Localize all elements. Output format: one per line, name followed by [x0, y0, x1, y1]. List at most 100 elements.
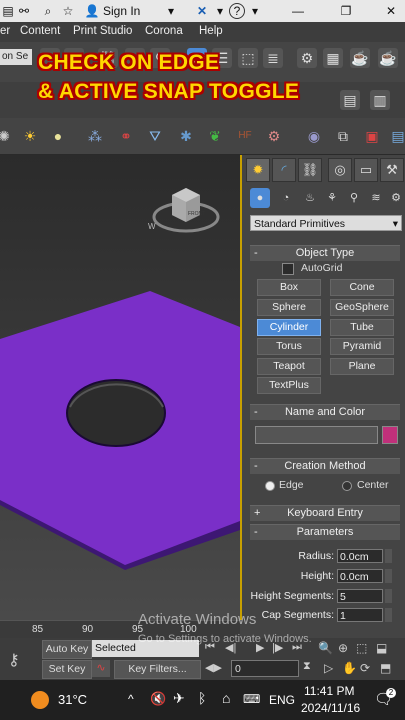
tab-display[interactable]: ▭ — [354, 158, 378, 182]
shell-icon[interactable]: ⚙ — [264, 126, 284, 146]
geosphere-button[interactable]: GeoSphere — [330, 299, 394, 316]
pyramid-button[interactable]: Pyramid — [330, 338, 394, 355]
workspace-icon[interactable]: ▥ — [370, 90, 390, 110]
clock-time[interactable]: 11:41 PM — [304, 684, 354, 698]
dropdown-arrow-icon[interactable]: ▾ — [163, 3, 179, 19]
curve-icon[interactable]: ∿ — [92, 660, 110, 677]
key-icon[interactable]: ⚷ — [8, 650, 20, 670]
tab-hierarchy[interactable]: ⛓ — [298, 158, 322, 182]
zoom-extents-icon[interactable]: ⬚ — [356, 641, 367, 655]
tab-modify[interactable]: ◜ — [272, 158, 296, 182]
object-name-field[interactable] — [255, 426, 378, 444]
network-icon[interactable]: ⌂ — [222, 690, 230, 706]
shapes-icon[interactable]: ◔ — [276, 188, 296, 208]
search-icon[interactable]: ⌕ — [40, 3, 56, 19]
menu-item-partial[interactable]: er — [0, 25, 10, 37]
systems-icon[interactable]: ⚙ — [387, 188, 405, 208]
dropdown-arrow-icon[interactable]: ▾ — [247, 3, 263, 19]
zoom-extents-all-icon[interactable]: ⬓ — [376, 641, 387, 655]
bluetooth-icon[interactable]: ᛒ — [198, 690, 206, 706]
region-icon[interactable]: ⬚ — [238, 48, 258, 68]
menu-icon[interactable]: ▤ — [0, 3, 16, 19]
menu-item-help[interactable]: Help — [199, 25, 223, 37]
hf-icon[interactable]: HF — [235, 126, 255, 146]
object-color-swatch[interactable] — [382, 426, 398, 444]
pan-icon[interactable]: ✋ — [342, 661, 357, 675]
teapot-button[interactable]: Teapot — [257, 358, 321, 375]
molecule-icon[interactable]: ⚭ — [116, 126, 136, 146]
sphere-button[interactable]: Sphere — [257, 299, 321, 316]
parameters-header[interactable]: - Parameters — [250, 524, 400, 540]
material-sphere-icon[interactable]: ◉ — [304, 126, 324, 146]
frame-buffer-icon[interactable]: ▣ — [362, 126, 382, 146]
sign-in-label[interactable]: Sign In — [103, 4, 140, 18]
radius-field[interactable]: 0.0cm — [337, 549, 383, 563]
volume-mute-icon[interactable]: 🔇 — [150, 691, 166, 707]
radius-spinner[interactable] — [385, 549, 392, 563]
menu-item-content[interactable]: Content — [20, 25, 60, 37]
perspective-viewport[interactable]: FRONT W — [0, 155, 242, 620]
zoom-all-icon[interactable]: ⊕ — [338, 641, 348, 655]
auto-key-button[interactable]: Auto Key — [42, 640, 92, 659]
set-key-button[interactable]: Set Key — [42, 660, 92, 679]
scatter-icon[interactable]: ⁂ — [85, 126, 105, 146]
scene-explorer-icon[interactable]: ▤ — [340, 90, 360, 110]
selection-set-field[interactable]: on Se — [0, 49, 32, 65]
lights-icon[interactable]: ♨ — [300, 188, 320, 208]
center-radio[interactable] — [342, 481, 352, 491]
zoom-icon[interactable]: 🔍 — [318, 641, 333, 655]
tab-motion[interactable]: ◎ — [328, 158, 352, 182]
autogrid-checkbox[interactable] — [282, 263, 294, 275]
key-filters-button[interactable]: Key Filters... — [114, 660, 201, 679]
menu-item-corona[interactable]: Corona — [145, 25, 183, 37]
helpers-icon[interactable]: ⚲ — [344, 188, 364, 208]
height-segments-spinner[interactable] — [385, 589, 392, 603]
teapot-render-icon[interactable]: ☕ — [350, 48, 370, 68]
weather-sun-icon[interactable] — [31, 691, 49, 709]
edge-radio[interactable] — [265, 481, 275, 491]
language-label[interactable]: ENG — [269, 693, 295, 707]
height-spinner[interactable] — [385, 569, 392, 583]
cap-segments-spinner[interactable] — [385, 608, 392, 622]
torus-button[interactable]: Torus — [257, 338, 321, 355]
star-icon[interactable]: ☆ — [60, 3, 76, 19]
airplane-icon[interactable]: ✈ — [173, 690, 185, 707]
gear-icon[interactable]: ✺ — [0, 126, 14, 146]
render-frame-icon[interactable]: ▦ — [323, 48, 343, 68]
spacewarps-icon[interactable]: ≋ — [366, 188, 386, 208]
box-button[interactable]: Box — [257, 279, 321, 296]
grass-icon[interactable]: ❦ — [205, 126, 225, 146]
plane-button[interactable]: Plane — [330, 358, 394, 375]
cap-segments-field[interactable]: 1 — [337, 608, 383, 622]
keyboard-entry-header[interactable]: + Keyboard Entry — [250, 505, 400, 521]
cone-button[interactable]: Cone — [330, 279, 394, 296]
clock-date[interactable]: 2024/11/16 — [301, 701, 360, 715]
object-type-header[interactable]: - Object Type — [250, 245, 400, 261]
x-logo-icon[interactable]: ✕ — [194, 3, 210, 19]
maximize-viewport-icon[interactable]: ⬒ — [380, 661, 391, 675]
tab-create[interactable]: ✹ — [246, 158, 270, 182]
primitive-type-dropdown[interactable]: Standard Primitives ▾ — [250, 215, 402, 231]
key-mode-icon[interactable]: ◀▶ — [205, 661, 222, 674]
camera-icon[interactable]: ⛛ — [145, 126, 165, 146]
sun-icon[interactable]: ☀ — [20, 126, 40, 146]
restore-icon[interactable]: ❐ — [338, 3, 354, 19]
converter-icon[interactable]: ⧉ — [333, 126, 353, 146]
proxy-icon[interactable]: ✱ — [176, 126, 196, 146]
menu-item-print-studio[interactable]: Print Studio — [73, 25, 132, 37]
time-config-icon[interactable]: ⧗ — [303, 660, 311, 673]
help-icon[interactable]: ? — [229, 3, 245, 19]
cameras-icon[interactable]: ⚘ — [322, 188, 342, 208]
geometry-icon[interactable]: ● — [250, 188, 270, 208]
user-icon[interactable]: 👤 — [84, 3, 100, 19]
teapot-icon[interactable]: ☕ — [378, 48, 398, 68]
height-segments-field[interactable]: 5 — [337, 589, 383, 603]
layer-icon[interactable]: ≣ — [263, 48, 283, 68]
share-icon[interactable]: ⚯ — [16, 3, 32, 19]
temperature-label[interactable]: 31°C — [58, 692, 87, 707]
render-setup-icon[interactable]: ⚙ — [297, 48, 317, 68]
tube-button[interactable]: Tube — [330, 319, 394, 336]
height-field[interactable]: 0.0cm — [337, 569, 383, 583]
keyboard-icon[interactable]: ⌨ — [243, 692, 260, 706]
fov-icon[interactable]: ▷ — [324, 661, 333, 675]
